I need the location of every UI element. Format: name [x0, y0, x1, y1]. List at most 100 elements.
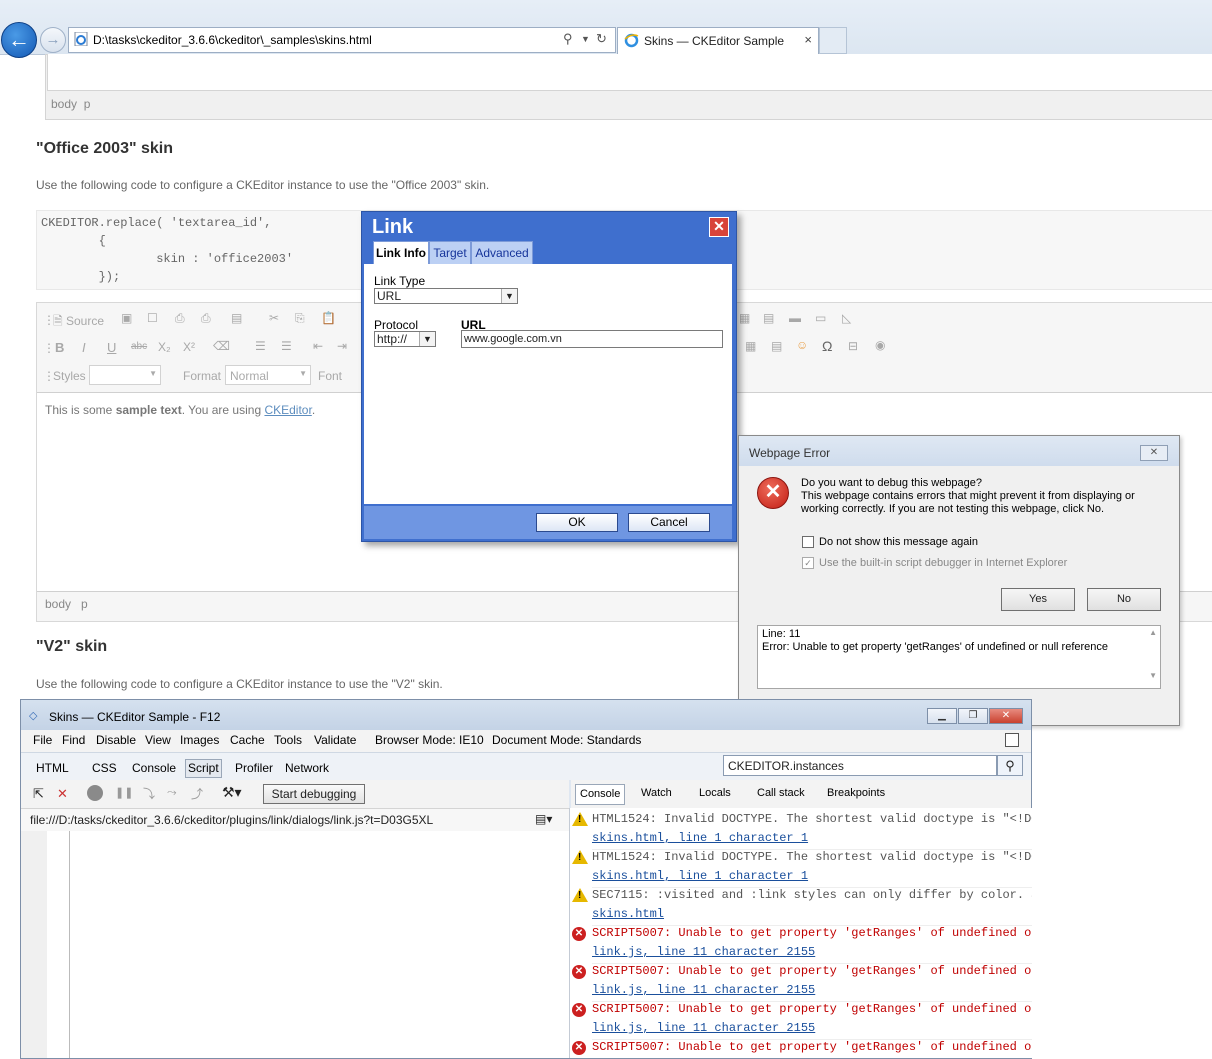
browser-tab[interactable]: Skins — CKEditor Sample × [617, 27, 819, 54]
underline-button[interactable]: U [107, 340, 116, 355]
specialchar-icon[interactable]: ◺ [842, 311, 851, 325]
close-tab-icon[interactable]: × [804, 32, 812, 47]
hline-icon[interactable]: ▤ [771, 339, 782, 353]
cancel-button[interactable]: Cancel [628, 513, 710, 532]
tab-profiler[interactable]: Profiler [235, 761, 273, 775]
strike-button[interactable]: abc [131, 341, 147, 352]
restore-button[interactable]: ❐ [958, 708, 988, 724]
tab-target[interactable]: Target [429, 241, 471, 266]
tab-console[interactable]: Console [575, 784, 626, 805]
scroll-down-icon[interactable]: ▼ [1149, 671, 1157, 680]
step-out-icon[interactable]: ⤴ [191, 785, 203, 802]
bulleted-list-icon[interactable]: ☰ [281, 339, 292, 353]
paste-icon[interactable]: 📋 [321, 311, 336, 325]
search-input[interactable]: CKEDITOR.instances [723, 755, 997, 776]
iframe-icon[interactable]: ◉ [875, 338, 885, 352]
hline-icon[interactable]: ▬ [789, 311, 801, 325]
dropdown-icon[interactable]: ▼ [581, 34, 590, 44]
select-element-icon[interactable]: ⇱ [33, 786, 44, 802]
preview-icon[interactable]: ⎙ [175, 311, 185, 326]
console-output[interactable]: ! HTML1524: Invalid DOCTYPE. The shortest… [569, 808, 1032, 1058]
tab-css[interactable]: CSS [92, 761, 117, 775]
omega-icon[interactable]: Ω [822, 338, 832, 354]
table-icon[interactable]: ▤ [763, 311, 774, 325]
smiley-icon[interactable]: ▭ [815, 311, 826, 325]
print-icon[interactable]: ⎙ [201, 311, 211, 326]
ok-button[interactable]: OK [536, 513, 618, 532]
refresh-icon[interactable]: ↻ [596, 31, 607, 47]
browser-mode-menu[interactable]: Browser Mode: IE10 [375, 733, 484, 747]
close-icon[interactable]: ✕ [1140, 445, 1168, 461]
format-combo[interactable]: Normal ▼ [225, 365, 311, 385]
image-icon[interactable]: ▦ [739, 311, 750, 325]
remove-format-icon[interactable]: ⌫ [213, 339, 230, 353]
break-all-icon[interactable] [87, 785, 103, 801]
clear-icon[interactable]: ✕ [57, 786, 68, 802]
menu-tools[interactable]: Tools [274, 733, 302, 747]
address-bar[interactable]: D:\tasks\ckeditor_3.6.6\ckeditor\_sample… [68, 27, 616, 53]
tab-watch[interactable]: Watch [641, 787, 672, 799]
start-debugging-button[interactable]: Start debugging [263, 784, 365, 804]
menu-file[interactable]: File [33, 733, 52, 747]
menu-view[interactable]: View [145, 733, 171, 747]
tab-advanced[interactable]: Advanced [471, 241, 533, 266]
styles-combo[interactable]: ▼ [89, 365, 161, 385]
tab-html[interactable]: HTML [36, 761, 69, 775]
dock-icon[interactable] [1005, 733, 1019, 747]
path-item[interactable]: body [45, 597, 71, 611]
console-source-link[interactable]: link.js, line 11 character 2155 [592, 945, 815, 959]
close-dialog-button[interactable]: ✕ [709, 217, 729, 237]
editor-area-previous[interactable] [47, 54, 1212, 91]
search-icon[interactable]: ⚲ [563, 31, 573, 47]
templates-icon[interactable]: ▤ [231, 311, 242, 325]
minimize-button[interactable]: ▁ [927, 708, 957, 724]
script-selector[interactable]: file:///D:/tasks/ckeditor_3.6.6/ckeditor… [21, 808, 569, 832]
console-source-link[interactable]: skins.html [592, 907, 664, 921]
copy-icon[interactable]: ⎘ [295, 311, 305, 326]
protocol-select[interactable]: http:// ▼ [374, 331, 436, 347]
tab-network[interactable]: Network [285, 761, 329, 775]
menu-validate[interactable]: Validate [314, 733, 356, 747]
menu-cache[interactable]: Cache [230, 733, 265, 747]
tab-script[interactable]: Script [185, 759, 222, 778]
console-source-link[interactable]: skins.html, line 1 character 1 [592, 831, 808, 845]
pagebreak-icon[interactable]: ⊟ [848, 339, 858, 353]
script-source-pane[interactable] [21, 831, 569, 1058]
numbered-list-icon[interactable]: ☰ [255, 339, 266, 353]
save-icon[interactable]: ▣ [121, 311, 132, 325]
menu-disable[interactable]: Disable [96, 733, 136, 747]
path-item[interactable]: p [81, 597, 88, 611]
path-item[interactable]: p [84, 97, 91, 111]
menu-images[interactable]: Images [180, 733, 219, 747]
back-button[interactable]: ← [1, 22, 37, 58]
link-type-select[interactable]: URL ▼ [374, 288, 518, 304]
smiley-icon[interactable]: ☺ [796, 338, 808, 352]
tab-breakpoints[interactable]: Breakpoints [827, 787, 885, 799]
close-button[interactable]: ✕ [989, 708, 1023, 724]
indent-icon[interactable]: ⇥ [337, 339, 347, 353]
no-button[interactable]: No [1087, 588, 1161, 611]
tab-console[interactable]: Console [132, 761, 176, 775]
yes-button[interactable]: Yes [1001, 588, 1075, 611]
menu-find[interactable]: Find [62, 733, 85, 747]
dont-show-checkbox[interactable] [802, 536, 814, 548]
ckeditor-link[interactable]: CKEditor [264, 403, 311, 417]
cut-icon[interactable]: ✂ [269, 311, 279, 325]
console-source-link[interactable]: link.js, line 11 character 2155 [592, 983, 815, 997]
error-details-box[interactable]: Line: 11 Error: Unable to get property '… [757, 625, 1161, 689]
table-icon[interactable]: ▦ [745, 339, 756, 353]
console-source-link[interactable]: skins.html, line 1 character 1 [592, 869, 808, 883]
superscript-button[interactable]: X² [183, 340, 195, 354]
outdent-icon[interactable]: ⇤ [313, 339, 323, 353]
document-mode-menu[interactable]: Document Mode: Standards [492, 733, 641, 747]
step-into-icon[interactable]: ⤵ [143, 785, 155, 802]
tools-icon[interactable]: ⚒▾ [222, 784, 242, 801]
new-page-icon[interactable]: ☐ [147, 311, 158, 325]
tab-locals[interactable]: Locals [699, 787, 731, 799]
path-item[interactable]: body [51, 97, 77, 111]
console-source-link[interactable]: link.js, line 11 character 2155 [592, 1021, 815, 1035]
subscript-button[interactable]: X₂ [158, 340, 171, 354]
scroll-up-icon[interactable]: ▲ [1149, 628, 1157, 637]
italic-button[interactable]: I [82, 340, 86, 355]
step-over-icon[interactable]: ⤳ [167, 785, 177, 800]
